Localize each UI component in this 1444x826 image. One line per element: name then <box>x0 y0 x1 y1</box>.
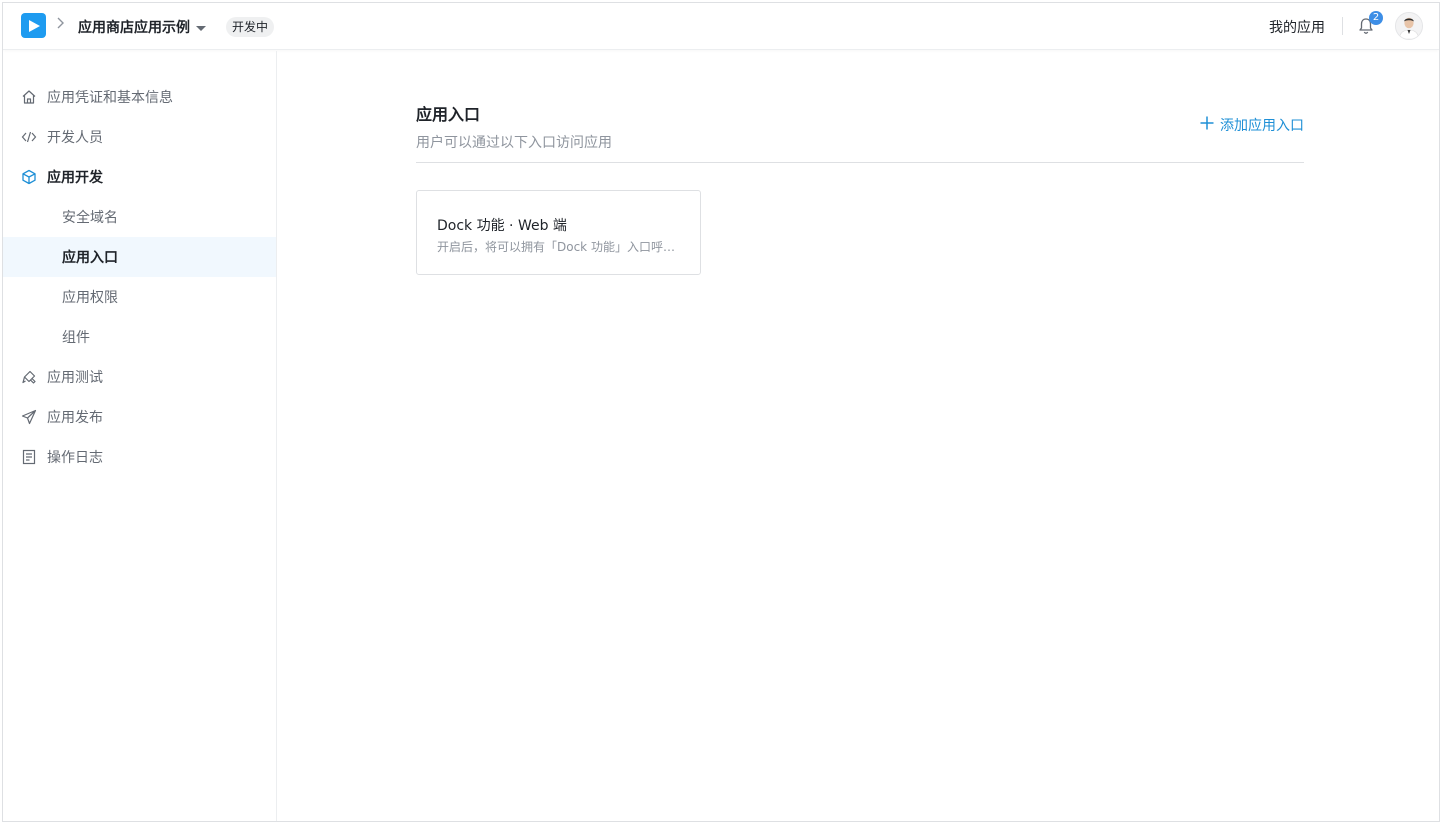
header-divider <box>1342 17 1343 35</box>
main-content: 应用入口 用户可以通过以下入口访问应用 添加应用入口 Dock 功能 · Web… <box>277 51 1439 821</box>
sidebar: 应用凭证和基本信息 开发人员 应用开发 安全域名 应用入口 应用权限 组件 应用… <box>3 51 277 821</box>
plus-icon <box>1200 116 1214 134</box>
chevron-right-icon <box>56 16 66 34</box>
status-badge: 开发中 <box>226 17 275 37</box>
brush-icon <box>21 369 37 385</box>
app-name-label: 应用商店应用示例 <box>78 20 190 36</box>
page-title: 应用入口 <box>416 105 481 124</box>
sidebar-item-components[interactable]: 组件 <box>3 317 276 357</box>
sidebar-item-label: 组件 <box>62 330 90 346</box>
caret-down-icon <box>196 25 206 31</box>
sidebar-item-app-permissions[interactable]: 应用权限 <box>3 277 276 317</box>
sidebar-item-label: 应用开发 <box>47 170 103 186</box>
sidebar-item-app-entry[interactable]: 应用入口 <box>3 237 276 277</box>
app-switcher[interactable]: 应用商店应用示例 <box>78 17 206 37</box>
sidebar-item-app-development[interactable]: 应用开发 <box>3 157 276 197</box>
sidebar-item-app-release[interactable]: 应用发布 <box>3 397 276 437</box>
sidebar-item-label: 应用凭证和基本信息 <box>47 90 173 106</box>
sidebar-item-operation-log[interactable]: 操作日志 <box>3 437 276 477</box>
sidebar-item-label: 开发人员 <box>47 130 103 146</box>
sidebar-item-label: 安全域名 <box>62 210 118 226</box>
top-header: 应用商店应用示例 开发中 我的应用 2 <box>3 3 1439 50</box>
code-icon <box>21 129 37 145</box>
my-apps-link[interactable]: 我的应用 <box>1269 17 1325 37</box>
sidebar-item-label: 应用发布 <box>47 410 103 426</box>
section-divider <box>416 162 1304 163</box>
notification-count-badge: 2 <box>1369 11 1383 25</box>
sidebar-item-label: 应用权限 <box>62 290 118 306</box>
avatar[interactable] <box>1395 12 1423 40</box>
app-window: 应用商店应用示例 开发中 我的应用 2 应用凭证和基本信息 开发人员 应用开发 … <box>2 2 1440 822</box>
add-app-entry-button[interactable]: 添加应用入口 <box>1200 115 1304 135</box>
sidebar-item-label: 应用入口 <box>62 250 118 266</box>
send-icon <box>21 409 37 425</box>
sidebar-item-label: 操作日志 <box>47 450 103 466</box>
app-logo-icon[interactable] <box>21 13 46 38</box>
entry-card-title: Dock 功能 · Web 端 <box>437 218 567 234</box>
log-icon <box>21 449 37 465</box>
sidebar-item-security-domain[interactable]: 安全域名 <box>3 197 276 237</box>
entry-card-dock-web[interactable]: Dock 功能 · Web 端 开启后，将可以拥有「Dock 功能」入口呼出应用 <box>416 190 701 275</box>
sidebar-item-app-testing[interactable]: 应用测试 <box>3 357 276 397</box>
sidebar-item-label: 应用测试 <box>47 370 103 386</box>
add-app-entry-label: 添加应用入口 <box>1220 118 1304 134</box>
cube-icon <box>21 169 37 185</box>
sidebar-item-developers[interactable]: 开发人员 <box>3 117 276 157</box>
sidebar-item-credentials[interactable]: 应用凭证和基本信息 <box>3 77 276 117</box>
entry-card-description: 开启后，将可以拥有「Dock 功能」入口呼出应用 <box>437 240 681 254</box>
home-icon <box>21 89 37 105</box>
page-description: 用户可以通过以下入口访问应用 <box>416 135 612 151</box>
